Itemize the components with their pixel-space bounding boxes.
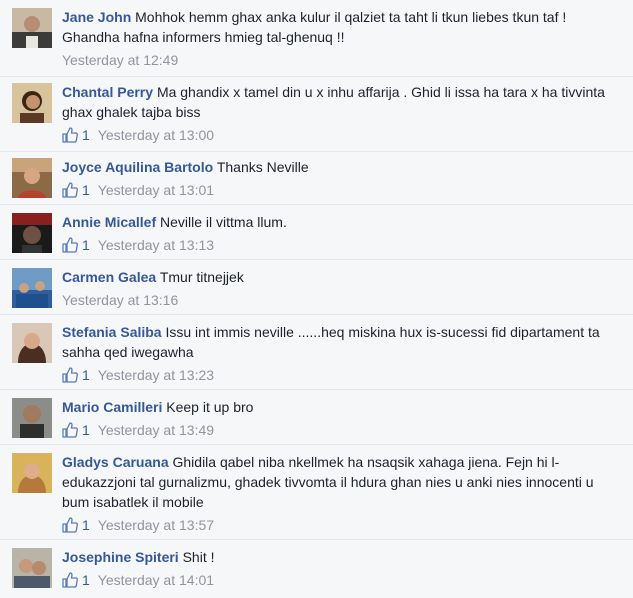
- like-count[interactable]: 1: [82, 126, 90, 144]
- avatar-chantal-perry[interactable]: [12, 83, 52, 123]
- comment-text: Mohhok hemm ghax anka kulur il qalziet t…: [62, 9, 567, 45]
- comment-item: Carmen Galea Tmur titnejjek Yesterday at…: [0, 268, 633, 315]
- comment-meta: 1 Yesterday at 13:01: [62, 181, 621, 199]
- avatar-joyce-aquilina-bartolo[interactable]: [12, 158, 52, 198]
- comment-author[interactable]: Josephine Spiteri: [62, 549, 179, 565]
- comment-author[interactable]: Mario Camilleri: [62, 399, 162, 415]
- comment-meta: Yesterday at 13:16: [62, 291, 621, 309]
- comment-text: Neville il vittma llum.: [160, 214, 287, 230]
- like-icon[interactable]: [62, 422, 78, 438]
- comment-meta: 1 Yesterday at 13:49: [62, 421, 621, 439]
- like-icon[interactable]: [62, 237, 78, 253]
- comment-meta: 1 Yesterday at 13:13: [62, 236, 621, 254]
- comment-item: Chantal Perry Ma ghandix x tamel din u x…: [0, 83, 633, 152]
- avatar-gladys-caruana[interactable]: [12, 453, 52, 493]
- comment-timestamp[interactable]: Yesterday at 13:23: [98, 366, 214, 384]
- like-count[interactable]: 1: [82, 236, 90, 254]
- like-icon[interactable]: [62, 517, 78, 533]
- like-icon[interactable]: [62, 127, 78, 143]
- comment-timestamp[interactable]: Yesterday at 13:16: [62, 291, 178, 309]
- like-count[interactable]: 1: [82, 366, 90, 384]
- avatar-stefania-saliba[interactable]: [12, 323, 52, 363]
- comment-author[interactable]: Carmen Galea: [62, 269, 156, 285]
- comment-timestamp[interactable]: Yesterday at 12:49: [62, 51, 178, 69]
- comment-text: Thanks Neville: [216, 159, 309, 175]
- avatar-josephine-spiteri[interactable]: [12, 548, 52, 588]
- comment-item: Annie Micallef Neville il vittma llum. 1…: [0, 213, 633, 260]
- comment-item: Josephine Spiteri Shit ! 1 Yesterday at …: [0, 548, 633, 598]
- comment-timestamp[interactable]: Yesterday at 13:49: [98, 421, 214, 439]
- comment-meta: 1 Yesterday at 13:00: [62, 126, 621, 144]
- like-icon[interactable]: [62, 182, 78, 198]
- comment-meta: 1 Yesterday at 13:23: [62, 366, 621, 384]
- comment-text: Keep it up bro: [166, 399, 254, 415]
- comment-author[interactable]: Chantal Perry: [62, 84, 153, 100]
- comment-item: Gladys Caruana Ghidila qabel niba nkellm…: [0, 453, 633, 540]
- like-count[interactable]: 1: [82, 516, 90, 534]
- comment-timestamp[interactable]: Yesterday at 13:57: [98, 516, 214, 534]
- comment-author[interactable]: Joyce Aquilina Bartolo: [62, 159, 213, 175]
- comment-text: Tmur titnejjek: [159, 269, 244, 285]
- comment-item: Jane John Mohhok hemm ghax anka kulur il…: [0, 8, 633, 77]
- comment-meta: 1 Yesterday at 14:01: [62, 571, 621, 589]
- like-icon[interactable]: [62, 572, 78, 588]
- avatar-annie-micallef[interactable]: [12, 213, 52, 253]
- comment-timestamp[interactable]: Yesterday at 13:01: [98, 181, 214, 199]
- comment-author[interactable]: Jane John: [62, 9, 131, 25]
- comment-item: Stefania Saliba Issu int immis neville .…: [0, 323, 633, 390]
- comment-meta: 1 Yesterday at 13:57: [62, 516, 621, 534]
- avatar-carmen-galea[interactable]: [12, 268, 52, 308]
- comment-timestamp[interactable]: Yesterday at 13:00: [98, 126, 214, 144]
- avatar-jane-john[interactable]: [12, 8, 52, 48]
- like-count[interactable]: 1: [82, 181, 90, 199]
- comment-text: Shit !: [182, 549, 215, 565]
- like-icon[interactable]: [62, 367, 78, 383]
- comment-author[interactable]: Annie Micallef: [62, 214, 156, 230]
- comment-item: Joyce Aquilina Bartolo Thanks Neville 1 …: [0, 158, 633, 205]
- like-count[interactable]: 1: [82, 421, 90, 439]
- comment-item: Mario Camilleri Keep it up bro 1 Yesterd…: [0, 398, 633, 445]
- avatar-mario-camilleri[interactable]: [12, 398, 52, 438]
- comment-timestamp[interactable]: Yesterday at 14:01: [98, 571, 214, 589]
- comment-meta: Yesterday at 12:49: [62, 51, 621, 69]
- like-count[interactable]: 1: [82, 571, 90, 589]
- comment-author[interactable]: Stefania Saliba: [62, 324, 162, 340]
- comment-timestamp[interactable]: Yesterday at 13:13: [98, 236, 214, 254]
- comment-author[interactable]: Gladys Caruana: [62, 454, 169, 470]
